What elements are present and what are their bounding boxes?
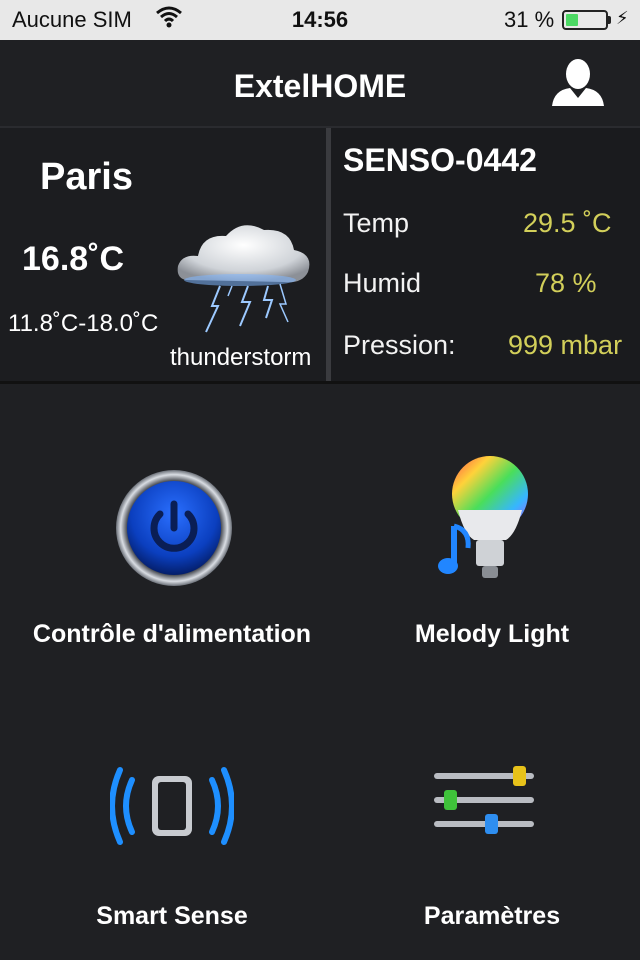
sensor-pressure-label: Pression: — [343, 330, 456, 360]
sensor-name: SENSO-0442 — [343, 142, 537, 178]
power-button-icon — [114, 468, 234, 593]
city-name: Paris — [40, 156, 133, 198]
charging-icon: ⚡ — [616, 8, 629, 28]
sensor-panel[interactable]: SENSO-0442 Temp 29.5 ˚C Humid 78 % Press… — [331, 128, 640, 381]
thunderstorm-cloud-icon — [168, 214, 318, 344]
battery-level-fill — [566, 14, 578, 26]
tile-label: Paramètres — [423, 902, 561, 930]
sensor-humid-label: Humid — [343, 268, 422, 298]
info-panel: Paris 16.8˚C 11.8˚C-18.0˚C thunderstorm … — [0, 128, 640, 384]
battery-tip — [608, 16, 611, 24]
status-bar: Aucune SIM 14:56 31 % ⚡ — [0, 0, 640, 40]
temperature-range: 11.8˚C-18.0˚C — [8, 310, 159, 337]
battery-icon — [562, 10, 608, 30]
app-title: ExtelHOME — [233, 68, 407, 104]
sensor-pressure-value: 999 mbar — [508, 330, 623, 360]
nav-bar: ExtelHOME — [0, 40, 640, 128]
tile-label: Melody Light — [414, 620, 570, 648]
tile-label: Smart Sense — [96, 902, 248, 930]
tile-power-control[interactable]: Contrôle d'alimentation — [0, 392, 344, 672]
smart-sense-icon — [109, 764, 235, 853]
weather-panel[interactable]: Paris 16.8˚C 11.8˚C-18.0˚C thunderstorm — [0, 128, 326, 381]
tile-smart-sense[interactable]: Smart Sense — [0, 672, 344, 960]
tile-label: Contrôle d'alimentation — [32, 620, 312, 648]
user-profile-icon[interactable] — [548, 54, 608, 114]
sliders-icon — [432, 760, 536, 845]
sensor-temp-value: 29.5 ˚C — [523, 208, 612, 238]
tile-settings[interactable]: Paramètres — [344, 672, 640, 960]
sensor-temp-label: Temp — [343, 208, 410, 238]
tile-melody-light[interactable]: Melody Light — [344, 392, 640, 672]
music-bulb-icon — [436, 456, 536, 591]
battery-percentage: 31 % — [504, 7, 555, 32]
sensor-humid-value: 78 % — [535, 268, 597, 298]
weather-condition: thunderstorm — [170, 344, 312, 371]
current-temperature: 16.8˚C — [22, 240, 125, 278]
